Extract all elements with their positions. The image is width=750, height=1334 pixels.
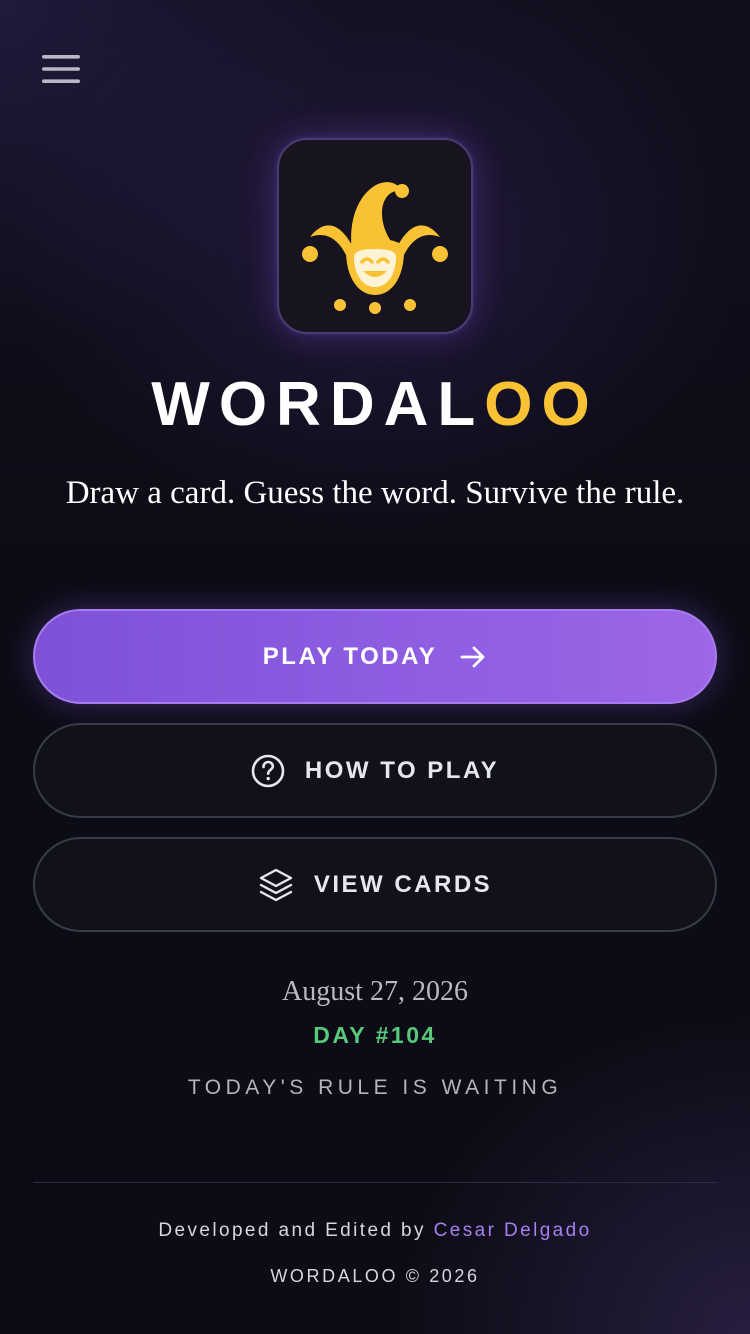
tagline: Draw a card. Guess the word. Survive the… [65, 475, 685, 511]
view-cards-button[interactable]: VIEW CARDS [33, 837, 717, 932]
app-logo [277, 138, 473, 334]
menu-button[interactable] [36, 46, 86, 92]
title-accent: OO [484, 370, 599, 439]
question-circle-icon [251, 754, 285, 788]
how-to-play-label: HOW TO PLAY [304, 756, 500, 784]
rule-status: TODAY'S RULE IS WAITING [187, 1076, 563, 1099]
day-number: DAY #104 [313, 1022, 437, 1048]
credits: Developed and Edited by Cesar Delgado [0, 1220, 750, 1242]
title-main: WORDAL [151, 370, 485, 439]
play-today-button[interactable]: PLAY TODAY [33, 609, 717, 704]
play-today-label: PLAY TODAY [262, 642, 438, 670]
footer-divider [33, 1182, 718, 1183]
puzzle-date: August 27, 2026 [282, 976, 468, 1007]
copyright: WORDALOO © 2026 [270, 1266, 480, 1286]
hamburger-icon [42, 55, 80, 83]
how-to-play-button[interactable]: HOW TO PLAY [33, 723, 717, 818]
layers-icon [258, 867, 294, 903]
author-link[interactable]: Cesar Delgado [434, 1220, 592, 1241]
game-title: WORDALOO [0, 372, 750, 438]
arrow-right-icon [459, 643, 487, 671]
view-cards-label: VIEW CARDS [313, 870, 493, 898]
credits-prefix: Developed and Edited by [158, 1220, 426, 1241]
jester-icon [302, 182, 448, 314]
